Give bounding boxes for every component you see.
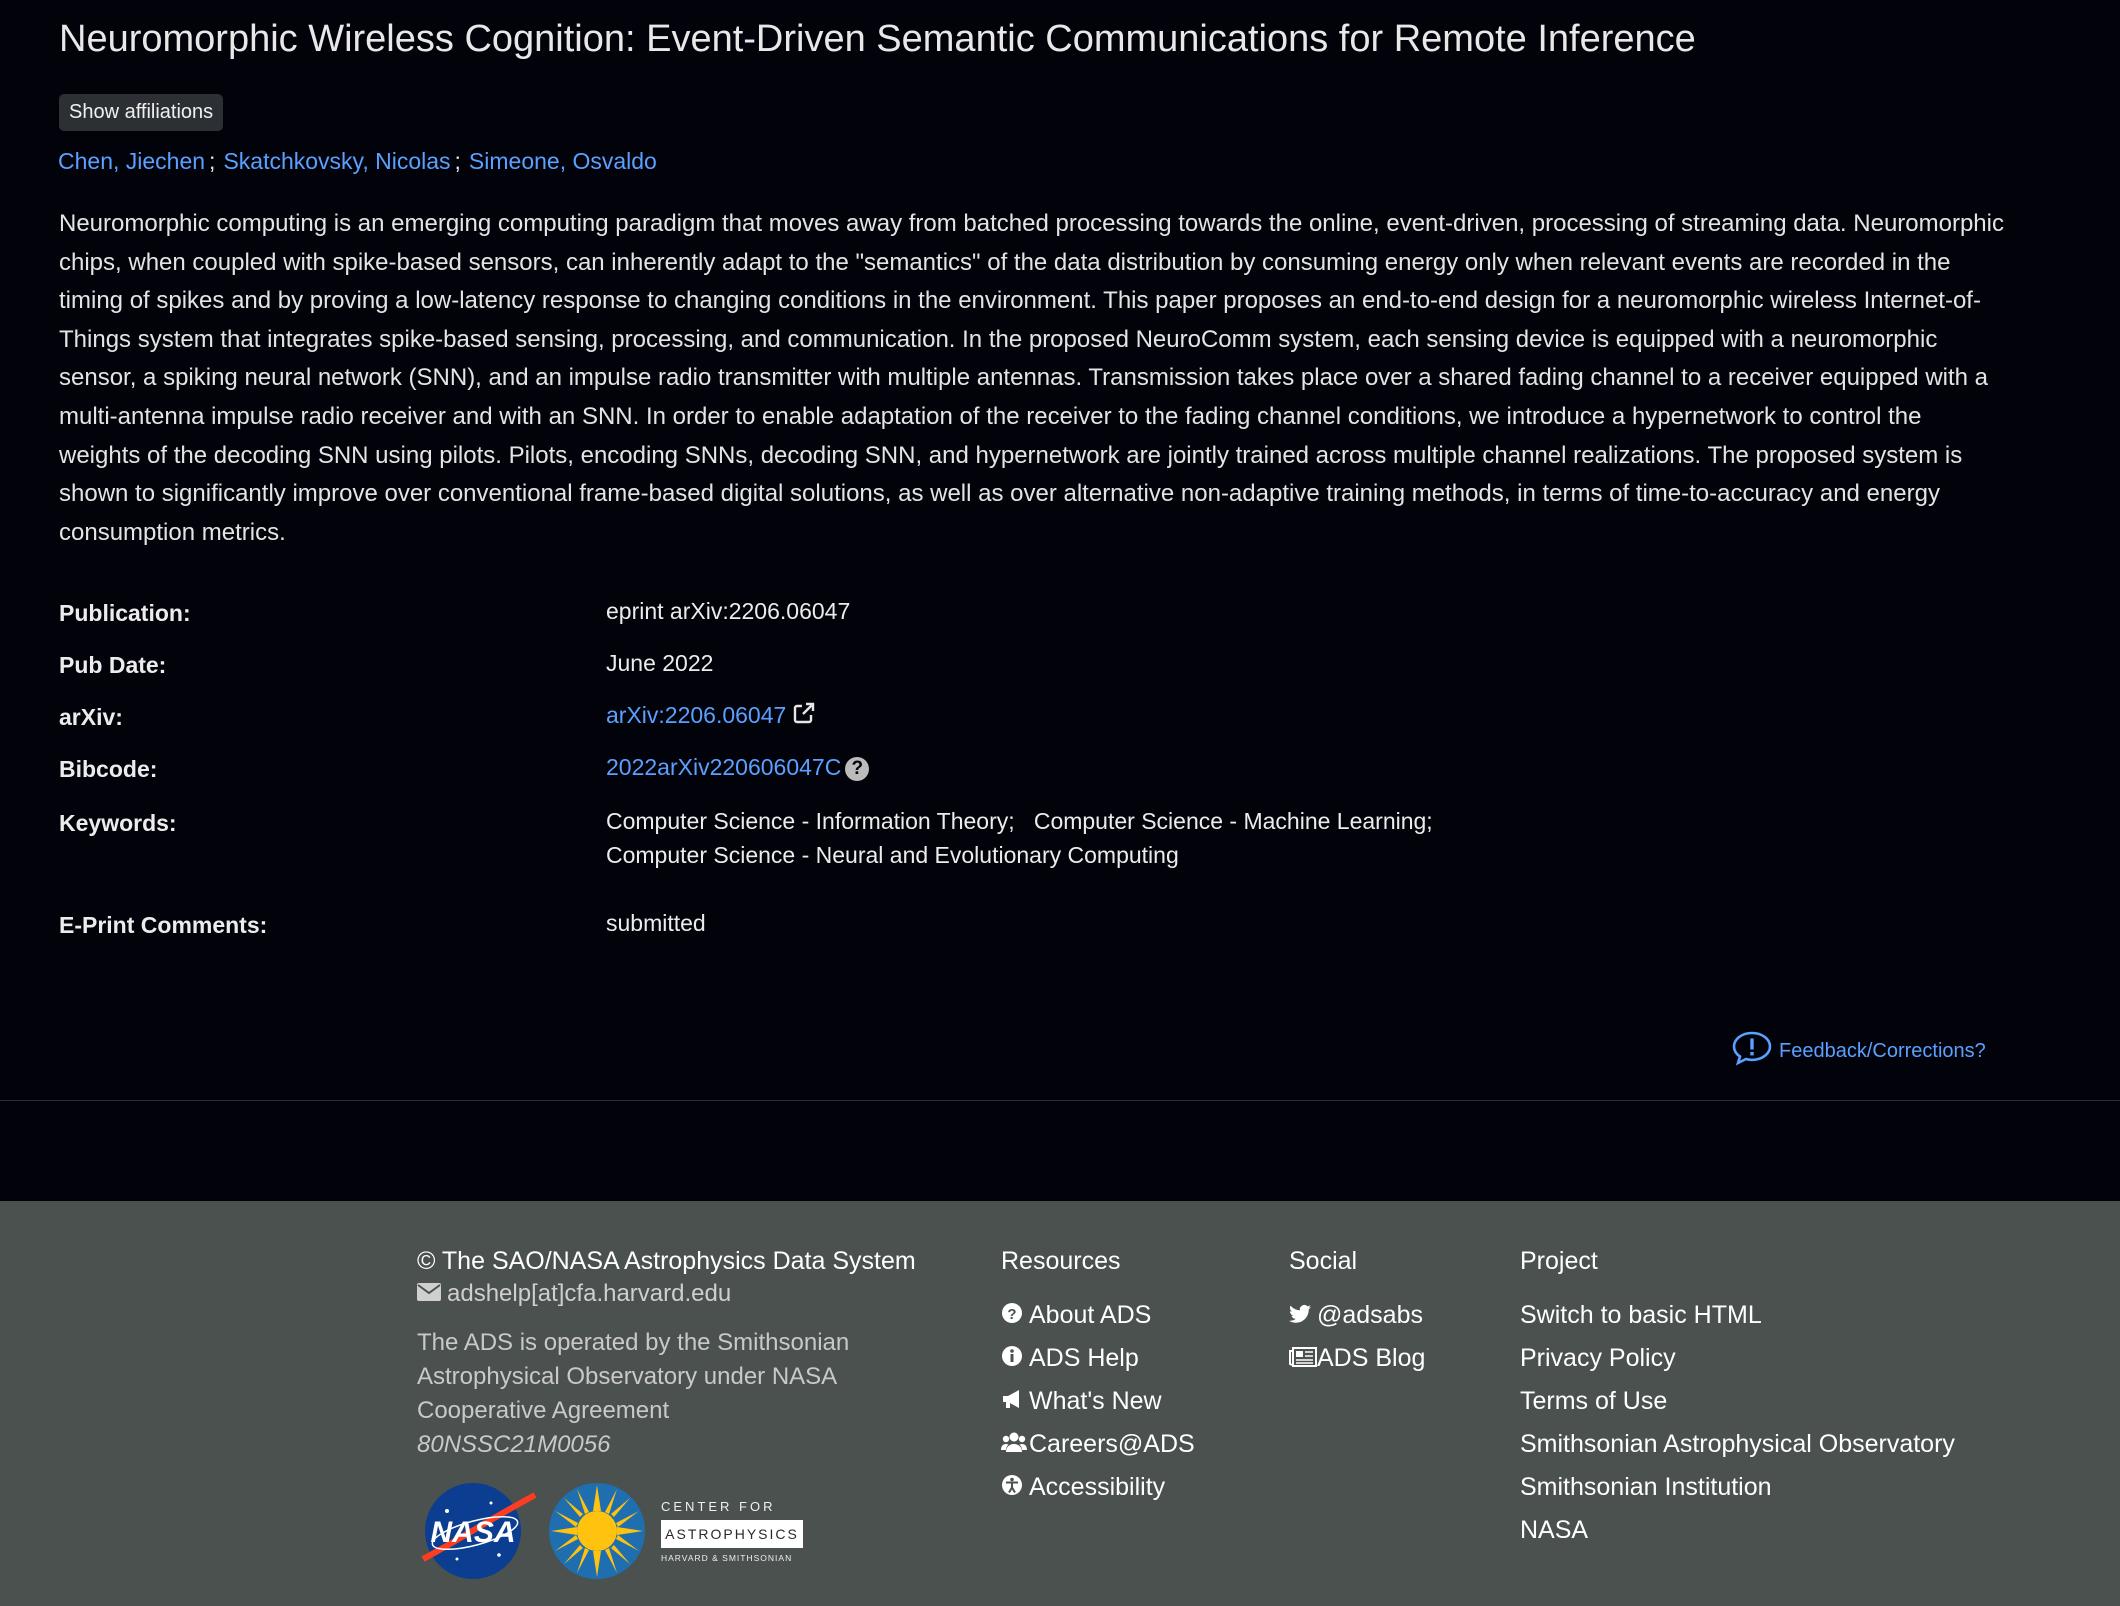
footer-link-terms-of-use[interactable]: Terms of Use — [1520, 1380, 1955, 1423]
publication-value: eprint arXiv:2206.06047 — [606, 598, 851, 624]
author-list: Chen, Jiechen; Skatchkovsky, Nicolas; Sime… — [58, 148, 657, 175]
nasa-logo[interactable]: NASA — [417, 1481, 539, 1586]
footer-link-ads-blog[interactable]: ADS Blog — [1289, 1337, 1425, 1380]
footer-link-label: ADS Help — [1029, 1344, 1139, 1372]
page-title: Neuromorphic Wireless Cognition: Event-D… — [59, 18, 1696, 60]
footer-link-smithsonian[interactable]: Smithsonian Institution — [1520, 1466, 1955, 1509]
pubdate-label: Pub Date: — [59, 652, 167, 678]
footer-link-privacy-policy[interactable]: Privacy Policy — [1520, 1337, 1955, 1380]
bibcode-value: 2022arXiv220606047C? — [606, 750, 870, 784]
smithsonian-sun-logo[interactable] — [547, 1481, 647, 1586]
keyword: Computer Science - Information Theory; — [606, 808, 1015, 834]
cfa-logo-top: CENTER FOR — [661, 1499, 776, 1514]
footer-link-about-ads[interactable]: ? About ADS — [1001, 1294, 1195, 1337]
author-link[interactable]: Chen, Jiechen — [58, 148, 205, 174]
keyword: Computer Science - Machine Learning; — [1033, 808, 1433, 834]
twitter-icon — [1289, 1295, 1313, 1338]
newspaper-icon — [1289, 1338, 1317, 1381]
arxiv-link[interactable]: arXiv:2206.06047 — [606, 702, 786, 728]
comment-exclamation-icon — [1731, 1030, 1773, 1072]
keywords-label: Keywords: — [59, 810, 177, 836]
footer-email-text: adshelp[at]cfa.harvard.edu — [447, 1280, 732, 1307]
bullhorn-icon — [1001, 1381, 1025, 1424]
footer-link-whats-new[interactable]: What's New — [1001, 1380, 1195, 1423]
comments-value: submitted — [606, 910, 706, 936]
pubdate-value: June 2022 — [606, 650, 714, 676]
footer-email[interactable]: adshelp[at]cfa.harvard.edu — [417, 1280, 957, 1308]
arxiv-value: arXiv:2206.06047 — [606, 698, 816, 734]
question-circle-icon: ? — [1001, 1295, 1025, 1338]
footer-link-twitter[interactable]: @adsabs — [1289, 1294, 1425, 1337]
author-link[interactable]: Skatchkovsky, Nicolas — [223, 148, 450, 174]
info-circle-icon — [1001, 1338, 1025, 1381]
cfa-logo-main: ASTROPHYSICS — [665, 1526, 799, 1542]
footer-link-accessibility[interactable]: Accessibility — [1001, 1466, 1195, 1509]
footer-link-basic-html[interactable]: Switch to basic HTML — [1520, 1294, 1955, 1337]
footer-resources-column: Resources ? About ADS ADS Help What's New… — [1001, 1247, 1195, 1509]
nasa-logo-text: NASA — [430, 1516, 515, 1549]
show-affiliations-button[interactable]: Show affiliations — [59, 94, 224, 131]
footer-operated-by: The ADS is operated by the Smithsonian A… — [417, 1329, 850, 1424]
author-separator: ; — [454, 148, 461, 174]
bibcode-label: Bibcode: — [59, 756, 158, 782]
footer-link-sao[interactable]: Smithsonian Astrophysical Observatory — [1520, 1423, 1955, 1466]
footer-social-column: Social @adsabs ADS Blog — [1289, 1247, 1425, 1380]
footer-link-label: Careers@ADS — [1029, 1430, 1195, 1458]
external-link-icon[interactable] — [792, 700, 816, 734]
footer-social-heading: Social — [1289, 1247, 1358, 1275]
footer-link-label: @adsabs — [1317, 1301, 1423, 1329]
feedback-link[interactable]: Feedback/Corrections? — [1731, 1030, 1986, 1072]
envelope-icon — [417, 1280, 441, 1308]
accessibility-icon — [1001, 1467, 1025, 1510]
comments-label: E-Print Comments: — [59, 912, 268, 938]
svg-text:?: ? — [1007, 1306, 1016, 1323]
footer-project-column: Project Switch to basic HTML Privacy Pol… — [1520, 1247, 1955, 1552]
users-icon — [1001, 1424, 1027, 1467]
footer: © The SAO/NASA Astrophysics Data System … — [0, 1201, 2120, 1606]
author-separator: ; — [209, 148, 216, 174]
bibcode-link[interactable]: 2022arXiv220606047C — [606, 754, 841, 780]
footer-link-label: Accessibility — [1029, 1473, 1166, 1501]
cfa-logo-bottom: HARVARD & SMITHSONIAN — [661, 1553, 792, 1563]
footer-link-ads-help[interactable]: ADS Help — [1001, 1337, 1195, 1380]
footer-copyright: © The SAO/NASA Astrophysics Data System — [417, 1247, 916, 1275]
footer-link-label: ADS Blog — [1317, 1344, 1426, 1372]
arxiv-label: arXiv: — [59, 704, 123, 730]
publication-label: Publication: — [59, 600, 191, 626]
footer-link-careers[interactable]: Careers@ADS — [1001, 1423, 1195, 1466]
author-link[interactable]: Simeone, Osvaldo — [469, 148, 657, 174]
footer-logos: NASA CENTER FOR ASTROPHYSICS HARVARD & S… — [417, 1481, 811, 1586]
footer-about-column: © The SAO/NASA Astrophysics Data System … — [417, 1247, 957, 1462]
feedback-label: Feedback/Corrections? — [1779, 1039, 1986, 1062]
abstract-page: Neuromorphic Wireless Cognition: Event-D… — [0, 0, 2120, 1101]
footer-agreement-number: 80NSSC21M0056 — [417, 1431, 611, 1458]
keyword: Computer Science - Neural and Evolutiona… — [606, 842, 1179, 868]
footer-link-label: About ADS — [1029, 1301, 1152, 1329]
footer-link-nasa[interactable]: NASA — [1520, 1509, 1955, 1552]
footer-project-heading: Project — [1520, 1247, 1598, 1275]
keywords-value: Computer Science - Information Theory; C… — [606, 804, 1433, 872]
divider — [0, 1100, 2120, 1101]
cfa-logo[interactable]: CENTER FOR ASTROPHYSICS HARVARD & SMITHS… — [661, 1496, 811, 1571]
footer-link-label: What's New — [1029, 1387, 1162, 1415]
abstract-text: Neuromorphic computing is an emerging co… — [59, 210, 2004, 546]
footer-resources-heading: Resources — [1001, 1247, 1121, 1275]
question-circle-icon[interactable]: ? — [845, 756, 870, 781]
